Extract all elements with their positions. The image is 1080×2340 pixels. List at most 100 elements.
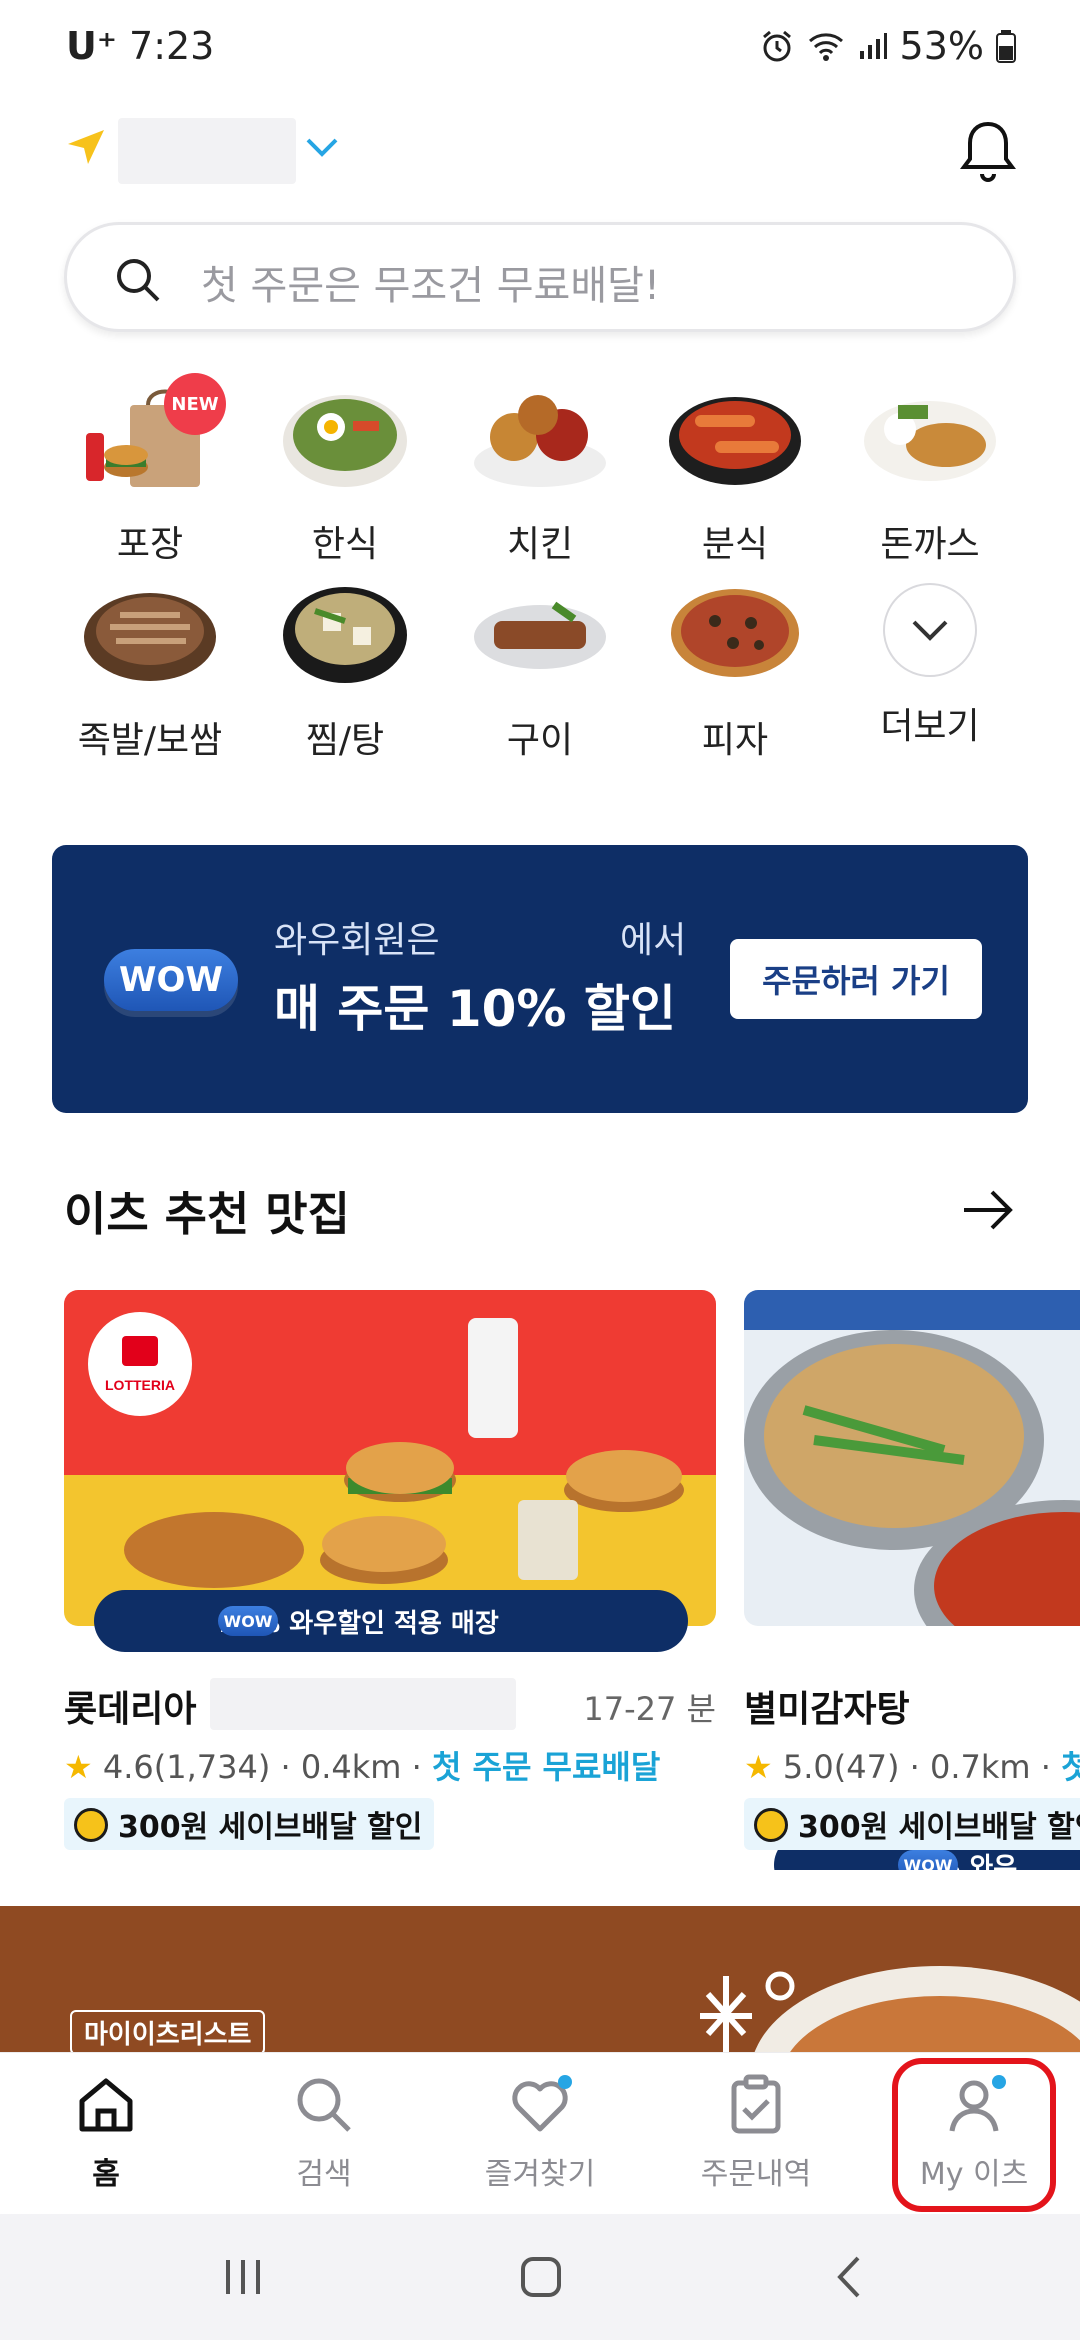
my-eats-list-section[interactable]: 마이이츠리스트 bbox=[0, 1906, 1080, 2056]
review-count: (1,734) bbox=[153, 1748, 271, 1786]
category-jokbal[interactable]: 족발/보쌈 bbox=[60, 571, 240, 763]
bunsik-image bbox=[669, 397, 801, 485]
restaurant-name: 별미감자탕 bbox=[744, 1689, 910, 1730]
stew-image bbox=[283, 587, 407, 683]
order-now-button[interactable]: 주문하러 가기 bbox=[730, 939, 982, 1019]
carrier-label: U⁺ bbox=[66, 24, 117, 68]
recent-apps-icon[interactable] bbox=[218, 2252, 268, 2302]
category-grill[interactable]: 구이 bbox=[450, 571, 630, 763]
location-row bbox=[0, 110, 1080, 190]
clock: 7:23 bbox=[129, 24, 215, 68]
donkatsu-image bbox=[864, 401, 996, 481]
new-badge: NEW bbox=[164, 373, 226, 435]
restaurant-name: 롯데리아 bbox=[64, 1689, 197, 1730]
coin-icon bbox=[754, 1808, 788, 1842]
alarm-icon bbox=[762, 30, 791, 62]
category-label: 돈까스 bbox=[880, 524, 980, 565]
wow-mini-badge: WOW bbox=[218, 1606, 278, 1636]
banner-subtitle: 와우회원은 bbox=[274, 920, 440, 961]
jokbal-image bbox=[84, 593, 216, 681]
nav-search[interactable]: 검색 bbox=[224, 2073, 424, 2193]
nav-label: 즐겨찾기 bbox=[484, 2157, 596, 2192]
promo-text: 첫 주문 무료배달 bbox=[431, 1748, 661, 1786]
category-takeout[interactable]: NEW 포장 bbox=[60, 373, 240, 567]
category-label: 찜/탕 bbox=[305, 720, 385, 761]
save-delivery-badge: 300원 세이브배달 할인 bbox=[744, 1798, 1080, 1850]
bell-icon[interactable] bbox=[958, 118, 1018, 184]
decorative-sparkle bbox=[700, 1966, 1080, 2056]
back-icon[interactable] bbox=[826, 2252, 876, 2302]
battery-icon bbox=[996, 30, 1016, 63]
battery-percent: 53% bbox=[899, 24, 984, 68]
restaurant-meta: ★ 5.0(47) · 0.7km · 첫 bbox=[744, 1742, 1080, 1788]
notification-dot bbox=[558, 2075, 572, 2089]
category-label: 포장 bbox=[116, 524, 184, 565]
save-text: 300원 세이브배달 할인 bbox=[798, 1810, 1080, 1845]
chevron-down-icon[interactable] bbox=[302, 132, 342, 162]
gamjatang-image bbox=[744, 1290, 1080, 1626]
category-jjim[interactable]: 찜/탕 bbox=[255, 571, 435, 763]
category-donkatsu[interactable]: 돈까스 bbox=[840, 375, 1020, 567]
home-icon bbox=[74, 2073, 138, 2137]
wow-badge: WOW bbox=[104, 949, 238, 1011]
wow-banner[interactable]: WOW 와우회원은 에서 매 주문 10% 할인 주문하러 가기 bbox=[52, 845, 1028, 1113]
grill-image bbox=[474, 601, 606, 669]
bibimbap-image bbox=[283, 395, 407, 487]
chevron-down-icon bbox=[912, 620, 948, 641]
category-label: 피자 bbox=[701, 720, 769, 761]
more-button[interactable] bbox=[883, 583, 977, 677]
category-korean[interactable]: 한식 bbox=[255, 375, 435, 567]
status-bar: U⁺ 7:23 53% bbox=[0, 0, 1080, 96]
category-more[interactable]: 더보기 bbox=[840, 571, 1020, 749]
location-arrow-icon[interactable] bbox=[66, 128, 106, 168]
chicken-image bbox=[474, 395, 606, 487]
promo-text: 첫 bbox=[1061, 1748, 1080, 1786]
banner-title: 매 주문 10% 할인 bbox=[274, 980, 676, 1038]
search-placeholder: 첫 주문은 무조건 무료배달! bbox=[201, 263, 660, 309]
nav-label: 홈 bbox=[92, 2157, 120, 2192]
search-icon bbox=[292, 2073, 356, 2137]
category-label: 구이 bbox=[506, 720, 574, 761]
nav-favorites[interactable]: 즐겨찾기 bbox=[440, 2073, 640, 2193]
restaurant-card[interactable]: WOW 10% 와우 별미감자탕 ★ 5.0(47) · 0.7km · 첫 3… bbox=[744, 1290, 1080, 1870]
restaurant-meta: ★ 4.6(1,734) · 0.4km · 첫 주문 무료배달 bbox=[64, 1748, 661, 1786]
wow-discount-strip: WOW 10% 와우할인 적용 매장 bbox=[94, 1590, 688, 1652]
nav-home[interactable]: 홈 bbox=[6, 2073, 206, 2193]
nav-orders[interactable]: 주문내역 bbox=[656, 2073, 856, 2193]
restaurant-photo bbox=[744, 1290, 1080, 1626]
lotteria-logo-text: LOTTERIA bbox=[105, 1377, 175, 1393]
distance: 0.7km bbox=[929, 1748, 1031, 1786]
wow-mini-badge: WOW bbox=[898, 1850, 958, 1870]
address-selector[interactable] bbox=[118, 118, 296, 184]
banner-subtitle-suffix: 에서 bbox=[620, 920, 687, 961]
save-delivery-badge: 300원 세이브배달 할인 bbox=[64, 1798, 435, 1850]
category-label: 한식 bbox=[311, 524, 379, 565]
home-button-icon[interactable] bbox=[516, 2252, 566, 2302]
search-bar[interactable]: 첫 주문은 무조건 무료배달! bbox=[64, 222, 1016, 332]
save-text: 300원 세이브배달 할인 bbox=[118, 1810, 423, 1845]
section-title: 이츠 추천 맛집 bbox=[64, 1187, 350, 1241]
category-label: 족발/보쌈 bbox=[77, 720, 223, 761]
wifi-icon bbox=[808, 33, 843, 61]
nav-label: 주문내역 bbox=[700, 2157, 812, 2192]
review-count: (47) bbox=[833, 1748, 900, 1786]
arrow-right-icon[interactable] bbox=[960, 1188, 1016, 1232]
nav-label: 검색 bbox=[296, 2157, 352, 2192]
pizza-image bbox=[671, 589, 799, 677]
burger-set-image: LOTTERIA bbox=[88, 1312, 684, 1588]
category-bunsik[interactable]: 분식 bbox=[645, 375, 825, 567]
restaurant-card[interactable]: LOTTERIA WOW 10% 와우할인 적용 매장 롯데리아 17-27 분… bbox=[64, 1290, 716, 1850]
system-navigation-bar bbox=[0, 2214, 1080, 2340]
rating: 5.0 bbox=[782, 1748, 834, 1786]
clipboard-icon bbox=[724, 2073, 788, 2137]
highlight-annotation bbox=[892, 2058, 1056, 2212]
star-icon: ★ bbox=[64, 1748, 93, 1786]
search-icon bbox=[117, 259, 160, 302]
category-label: 더보기 bbox=[880, 706, 980, 747]
distance: 0.4km bbox=[300, 1748, 402, 1786]
category-chicken[interactable]: 치킨 bbox=[450, 375, 630, 567]
heart-icon bbox=[508, 2073, 572, 2137]
name-redaction bbox=[210, 1678, 516, 1730]
category-pizza[interactable]: 피자 bbox=[645, 571, 825, 763]
coin-icon bbox=[74, 1808, 108, 1842]
